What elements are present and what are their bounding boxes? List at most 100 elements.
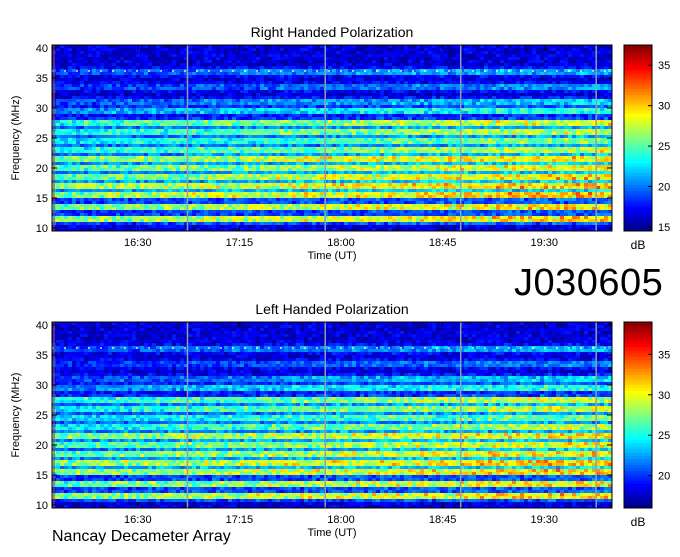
colorbar-segment bbox=[624, 344, 652, 348]
colorbar-tick-label: 20 bbox=[658, 471, 670, 483]
x-tick-label: 19:30 bbox=[530, 237, 558, 249]
colorbar-segment bbox=[624, 219, 652, 223]
colorbar-segment bbox=[624, 449, 652, 453]
colorbar-tick-label: 30 bbox=[658, 101, 670, 113]
colorbar-segment bbox=[624, 443, 652, 447]
colorbar-segment bbox=[624, 452, 652, 456]
colorbar-segment bbox=[624, 409, 652, 413]
colorbar-segment bbox=[624, 67, 652, 71]
colorbar: 20253035dB bbox=[624, 322, 670, 529]
colorbar-tick-label: 30 bbox=[658, 390, 670, 402]
x-tick-label: 18:00 bbox=[327, 237, 355, 249]
heatmap-cells bbox=[52, 322, 612, 508]
colorbar-segment bbox=[624, 412, 652, 416]
colorbar-segment bbox=[624, 51, 652, 55]
colorbar-segment bbox=[624, 372, 652, 376]
colorbar-segment bbox=[624, 216, 652, 220]
y-tick-label: 40 bbox=[36, 320, 48, 332]
x-axis-label: Time (UT) bbox=[307, 250, 356, 262]
colorbar-segment bbox=[624, 222, 652, 226]
y-tick-label: 25 bbox=[36, 410, 48, 422]
colorbar-segment bbox=[624, 440, 652, 444]
colorbar-segment bbox=[624, 194, 652, 198]
colorbar-segment bbox=[624, 353, 652, 357]
colorbar-segment bbox=[624, 88, 652, 92]
colorbar-segment bbox=[624, 393, 652, 397]
y-tick-label: 30 bbox=[36, 380, 48, 392]
colorbar-segment bbox=[624, 95, 652, 99]
colorbar-segment bbox=[624, 406, 652, 410]
colorbar-segment bbox=[624, 98, 652, 102]
colorbar-segment bbox=[624, 169, 652, 173]
colorbar-segment bbox=[624, 424, 652, 428]
heatmap-panel: Left Handed Polarization1015202530354016… bbox=[10, 301, 670, 539]
x-tick-label: 17:15 bbox=[226, 237, 254, 249]
colorbar-segment bbox=[624, 375, 652, 379]
colorbar-segment bbox=[624, 331, 652, 335]
colorbar-segment bbox=[624, 101, 652, 105]
y-tick-label: 35 bbox=[36, 350, 48, 362]
colorbar-segment bbox=[624, 132, 652, 136]
colorbar-segment bbox=[624, 123, 652, 127]
colorbar-segment bbox=[624, 197, 652, 201]
colorbar-segment bbox=[624, 415, 652, 419]
colorbar-segment bbox=[624, 144, 652, 148]
colorbar-segment bbox=[624, 200, 652, 204]
dynamic-spectrum-figure: Right Handed Polarization101520253035401… bbox=[0, 0, 680, 552]
colorbar-segment bbox=[624, 107, 652, 111]
colorbar-segment bbox=[624, 163, 652, 167]
colorbar-segment bbox=[624, 350, 652, 354]
colorbar-segment bbox=[624, 477, 652, 481]
colorbar-segment bbox=[624, 502, 652, 506]
colorbar-segment bbox=[624, 431, 652, 435]
colorbar-segment bbox=[624, 203, 652, 207]
colorbar-segment bbox=[624, 175, 652, 179]
colorbar-segment bbox=[624, 154, 652, 158]
colorbar-segment bbox=[624, 79, 652, 83]
colorbar-segment bbox=[624, 206, 652, 210]
colorbar-segment bbox=[624, 396, 652, 400]
colorbar-segment bbox=[624, 468, 652, 472]
y-tick-label: 15 bbox=[36, 193, 48, 205]
colorbar-segment bbox=[624, 119, 652, 123]
colorbar-segment bbox=[624, 172, 652, 176]
colorbar-segment bbox=[624, 446, 652, 450]
colorbar-segment bbox=[624, 113, 652, 117]
colorbar-segment bbox=[624, 82, 652, 86]
colorbar-segment bbox=[624, 166, 652, 170]
colorbar-segment bbox=[624, 474, 652, 478]
colorbar-segment bbox=[624, 129, 652, 133]
heatmap-cells bbox=[52, 45, 612, 231]
colorbar-segment bbox=[624, 400, 652, 404]
colorbar-segment bbox=[624, 54, 652, 58]
colorbar-segment bbox=[624, 365, 652, 369]
colorbar-segment bbox=[624, 455, 652, 459]
colorbar-segment bbox=[624, 325, 652, 329]
x-tick-label: 19:30 bbox=[530, 514, 558, 526]
x-tick-label: 18:45 bbox=[429, 514, 457, 526]
colorbar-segment bbox=[624, 328, 652, 332]
colorbar-segment bbox=[624, 147, 652, 151]
colorbar-segment bbox=[624, 225, 652, 229]
heatmap-panel: Right Handed Polarization101520253035401… bbox=[10, 24, 670, 262]
colorbar-segment bbox=[624, 57, 652, 61]
colorbar-segment bbox=[624, 356, 652, 360]
colorbar-tick-label: 25 bbox=[658, 430, 670, 442]
y-tick-label: 10 bbox=[36, 223, 48, 235]
y-tick-label: 20 bbox=[36, 440, 48, 452]
y-axis-label: Frequency (MHz) bbox=[10, 373, 22, 458]
colorbar-segment bbox=[624, 73, 652, 77]
x-tick-label: 16:30 bbox=[124, 237, 152, 249]
colorbar-segment bbox=[624, 489, 652, 493]
colorbar-segment bbox=[624, 418, 652, 422]
y-axis-label: Frequency (MHz) bbox=[10, 96, 22, 181]
colorbar-segment bbox=[624, 322, 652, 326]
colorbar-segment bbox=[624, 334, 652, 338]
y-tick-label: 30 bbox=[36, 103, 48, 115]
colorbar-segment bbox=[624, 369, 652, 373]
colorbar-tick-label: 35 bbox=[658, 349, 670, 361]
colorbar-segment bbox=[624, 390, 652, 394]
colorbar-segment bbox=[624, 188, 652, 192]
colorbar-segment bbox=[624, 116, 652, 120]
colorbar-segment bbox=[624, 338, 652, 342]
